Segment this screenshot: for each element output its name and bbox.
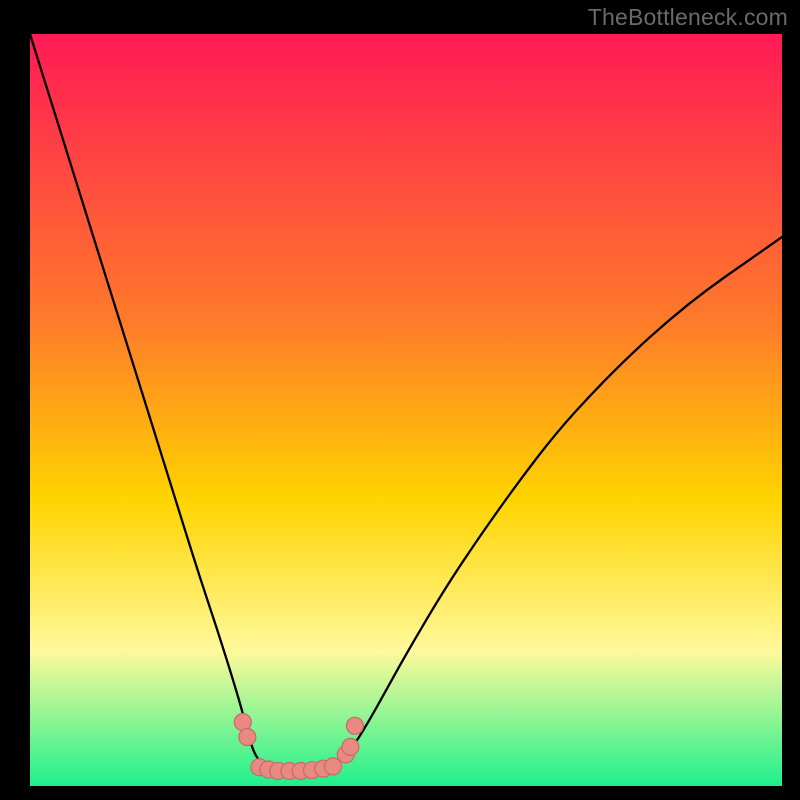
curve-marker — [346, 717, 363, 734]
watermark-label: TheBottleneck.com — [588, 4, 788, 31]
bottleneck-chart — [0, 0, 800, 800]
curve-marker — [342, 738, 359, 755]
chart-stage: TheBottleneck.com — [0, 0, 800, 800]
curve-marker — [234, 714, 251, 731]
gradient-background — [30, 34, 782, 786]
curve-marker — [239, 729, 256, 746]
